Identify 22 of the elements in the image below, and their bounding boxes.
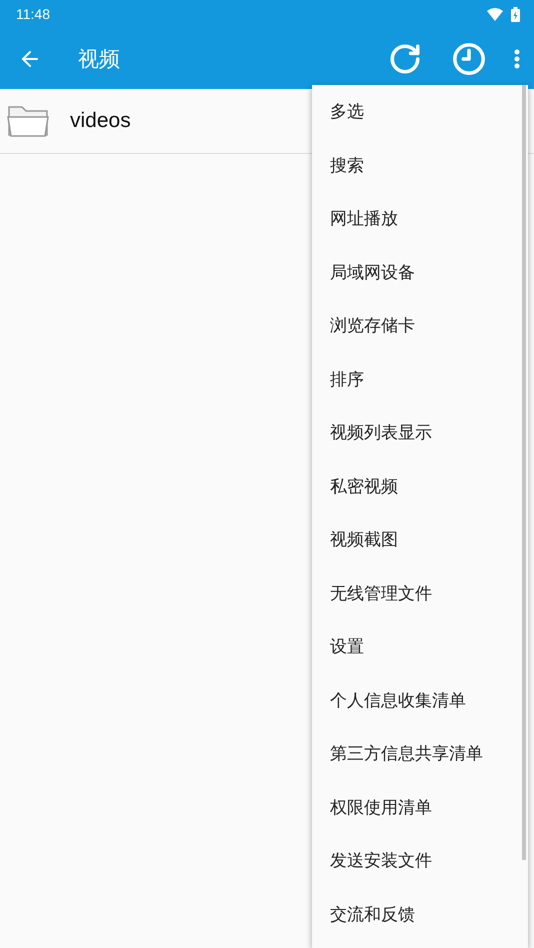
clock-icon <box>452 42 486 76</box>
menu-item[interactable]: 局域网设备 <box>312 246 528 299</box>
menu-item[interactable]: 权限使用清单 <box>312 780 528 834</box>
battery-icon <box>511 6 520 22</box>
menu-item[interactable]: 视频列表显示 <box>312 406 528 460</box>
menu-item[interactable]: 个人信息收集清单 <box>312 674 528 727</box>
menu-item[interactable]: 私密视频 <box>312 460 528 513</box>
menu-item[interactable]: 无线管理文件 <box>312 566 528 620</box>
more-options-icon <box>514 48 520 68</box>
menu-item[interactable]: 浏览存储卡 <box>312 299 528 352</box>
menu-item[interactable]: 设置 <box>312 620 528 674</box>
app-bar-title: 视频 <box>78 46 121 72</box>
status-time: 11:48 <box>16 6 50 22</box>
menu-item[interactable]: 发送安装文件 <box>312 834 528 888</box>
menu-item[interactable]: 交流和反馈 <box>312 888 528 941</box>
file-name: videos <box>70 109 131 133</box>
menu-item[interactable]: 排序 <box>312 352 528 406</box>
menu-item[interactable]: 视频截图 <box>312 513 528 566</box>
refresh-icon <box>388 42 422 76</box>
wifi-icon <box>487 8 503 20</box>
menu-item[interactable]: 网址播放 <box>312 192 528 246</box>
menu-item[interactable]: 第三方信息共享清单 <box>312 727 528 780</box>
